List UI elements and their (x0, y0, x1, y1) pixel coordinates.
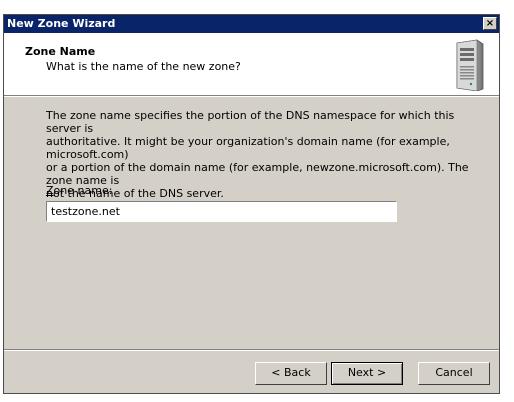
wizard-header: Zone Name What is the name of the new zo… (4, 33, 499, 95)
next-button[interactable]: Next > (331, 362, 403, 385)
page-subtitle: What is the name of the new zone? (46, 60, 241, 73)
server-icon (456, 39, 484, 91)
window-title: New Zone Wizard (7, 17, 116, 30)
back-button[interactable]: < Back (255, 362, 327, 385)
footer-divider (4, 349, 499, 351)
zone-name-label: Zone name: (46, 184, 112, 197)
page-title: Zone Name (25, 45, 96, 58)
header-divider (4, 95, 499, 97)
description-line: The zone name specifies the portion of t… (46, 109, 455, 135)
title-bar[interactable]: New Zone Wizard × (4, 15, 499, 33)
wizard-window: New Zone Wizard × Zone Name What is the … (3, 14, 500, 394)
description-line: authoritative. It might be your organiza… (46, 135, 450, 161)
zone-name-label-accel: Z (46, 184, 54, 197)
cancel-button[interactable]: Cancel (418, 362, 490, 385)
close-icon: × (485, 18, 495, 29)
zone-name-label-text: one name: (53, 184, 113, 197)
zone-name-input[interactable] (46, 201, 397, 222)
close-button[interactable]: × (483, 17, 497, 30)
